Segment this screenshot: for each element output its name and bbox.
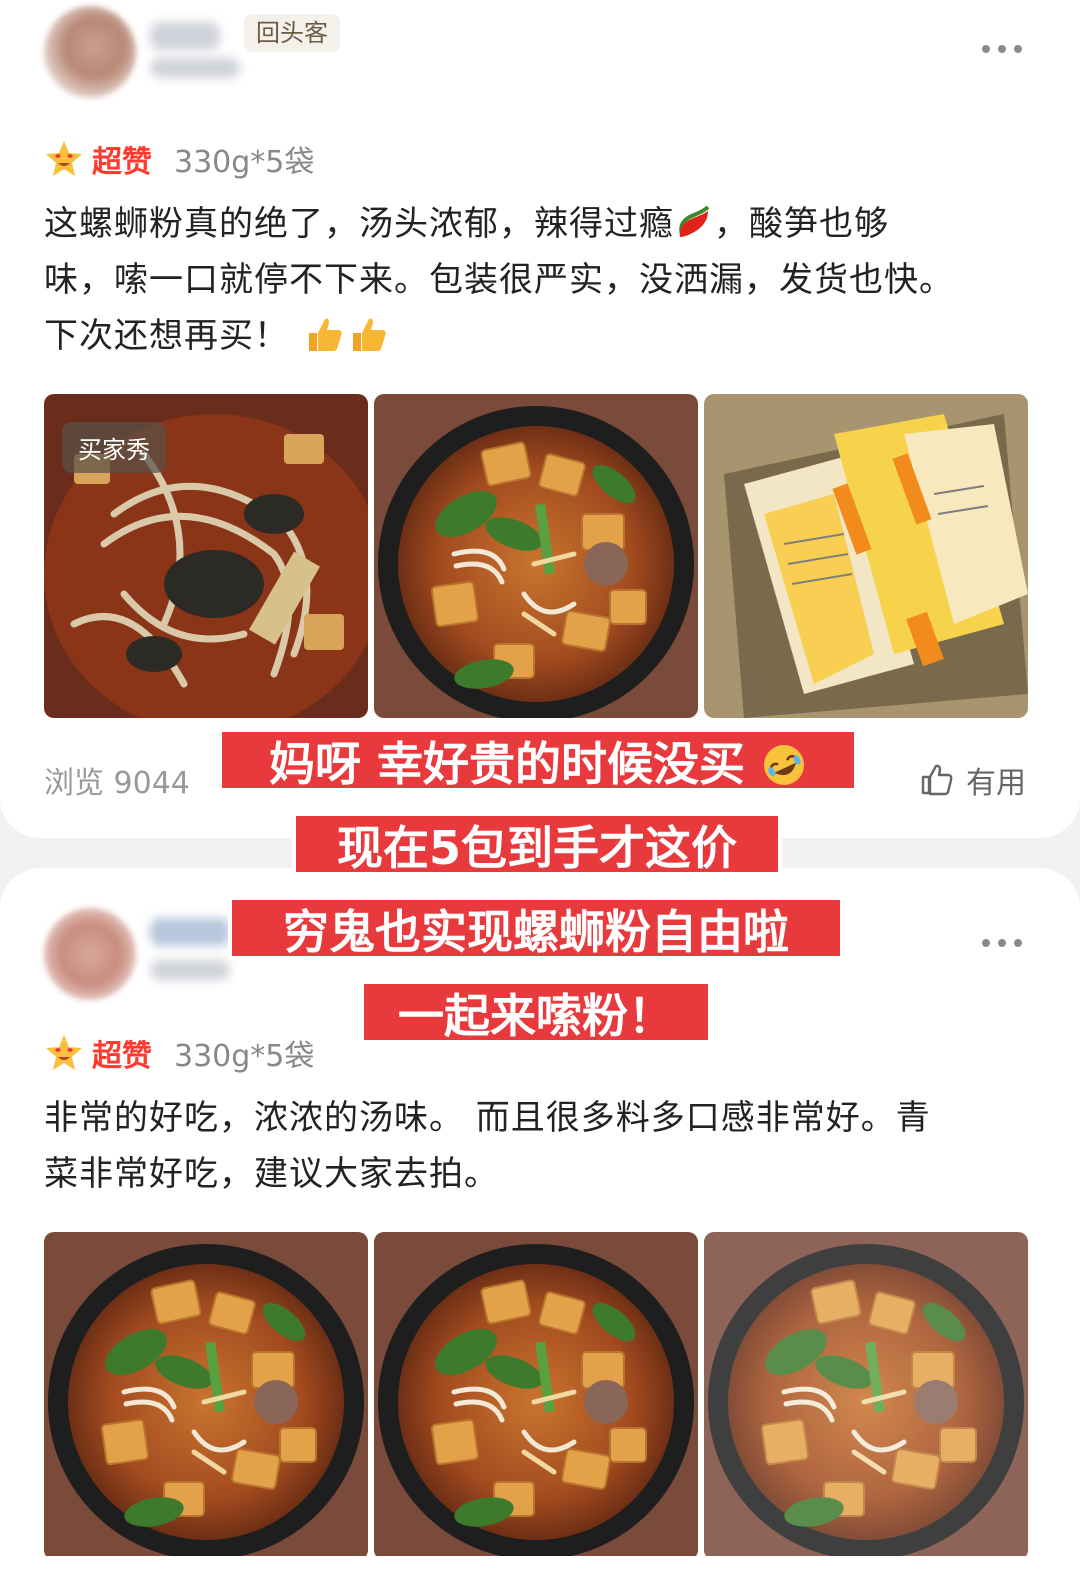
star-face-icon xyxy=(44,139,84,179)
thumbs-up-icon xyxy=(308,318,342,351)
rating-row: 超赞 330g*5袋 xyxy=(44,138,314,180)
repeat-customer-badge: 回头客 xyxy=(244,14,340,52)
caption-banner-2: 现在5包到手才这价 xyxy=(292,812,782,876)
product-spec: 330g*5袋 xyxy=(174,145,315,180)
thumbs-up-icon xyxy=(921,764,953,796)
chili-pepper-icon xyxy=(679,205,710,237)
thumbs-up-icon xyxy=(352,318,386,351)
review-line-1-tail: ，酸笋也够 xyxy=(714,204,889,244)
review-line-3: 下次还想再买！ xyxy=(44,316,289,356)
review-photo-1[interactable]: 买家秀 xyxy=(44,394,368,718)
more-dots-icon[interactable] xyxy=(982,44,1022,54)
view-count: 浏览 9044 xyxy=(44,766,190,801)
avatar[interactable] xyxy=(44,6,136,98)
review-text: 这螺蛳粉真的绝了，汤头浓郁，辣得过瘾 ，酸笋也够 味，嗦一口就停不下来。包装很严实… xyxy=(44,196,1034,364)
caption-banner-3: 穷鬼也实现螺蛳粉自由啦 xyxy=(228,896,844,960)
review-photo-3[interactable] xyxy=(704,1232,1028,1560)
rofl-emoji-icon xyxy=(764,745,805,785)
review-card-1: 回头客 超赞 330g*5袋 这螺蛳粉真的绝了，汤头浓郁，辣得过瘾 ，酸笋也够 味… xyxy=(0,0,1080,838)
review-text: 非常的好吃，浓浓的汤味。 而且很多料多口感非常好。青 菜非常好吃，建议大家去拍。 xyxy=(44,1090,1034,1202)
review-photo-1[interactable] xyxy=(44,1232,368,1560)
username-blurred[interactable] xyxy=(150,22,220,50)
review-photo-3[interactable] xyxy=(704,394,1028,718)
rating-row: 超赞 330g*5袋 xyxy=(44,1032,314,1074)
buyer-show-label: 买家秀 xyxy=(62,422,166,473)
review-card-2: 超赞 330g*5袋 非常的好吃，浓浓的汤味。 而且很多料多口感非常好。青 菜非… xyxy=(0,868,1080,1580)
review-photo-2[interactable] xyxy=(374,1232,698,1560)
review-line-2: 菜非常好吃，建议大家去拍。 xyxy=(44,1154,499,1194)
product-spec: 330g*5袋 xyxy=(174,1039,315,1074)
review-line-1: 这螺蛳粉真的绝了，汤头浓郁，辣得过瘾 xyxy=(44,204,674,244)
review-line-1: 非常的好吃，浓浓的汤味。 而且很多料多口感非常好。青 xyxy=(44,1098,931,1138)
avatar[interactable] xyxy=(44,908,136,1000)
rating-label: 超赞 xyxy=(92,1039,152,1074)
caption-banner-4: 一起来嗦粉！ xyxy=(360,980,712,1044)
useful-button[interactable]: 有用 xyxy=(920,758,1026,802)
review-photo-2[interactable] xyxy=(374,394,698,718)
user-level-blurred xyxy=(150,960,230,980)
star-face-icon xyxy=(44,1033,84,1073)
username-blurred[interactable] xyxy=(150,918,230,946)
user-level-blurred xyxy=(150,58,240,78)
more-dots-icon[interactable] xyxy=(982,938,1022,948)
caption-banner-1: 妈呀 幸好贵的时候没买 xyxy=(218,728,858,792)
useful-label: 有用 xyxy=(966,766,1026,801)
rating-label: 超赞 xyxy=(92,145,152,180)
caption-text: 妈呀 幸好贵的时候没买 xyxy=(268,737,745,791)
review-line-2: 味，嗦一口就停不下来。包装很严实，没洒漏，发货也快。 xyxy=(44,260,954,300)
